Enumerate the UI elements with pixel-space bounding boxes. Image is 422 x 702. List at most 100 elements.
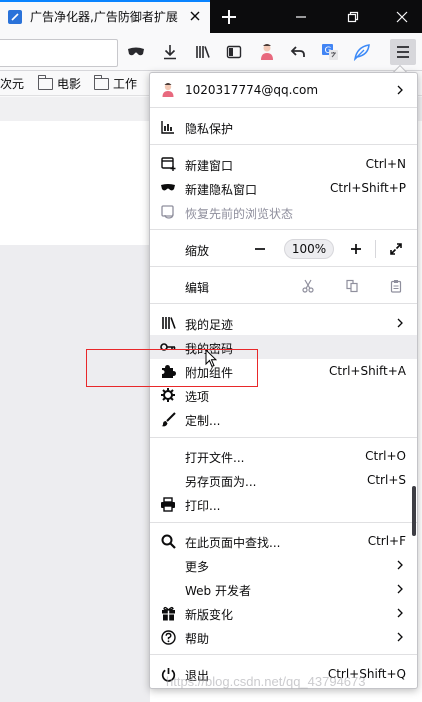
restore-session-icon	[160, 204, 176, 220]
menu-separator	[150, 522, 417, 523]
menu-item-privacy-protection[interactable]: 隐私保护	[150, 115, 412, 139]
menu-label: 选项	[185, 390, 210, 404]
account-email: 1020317774@qq.com	[185, 83, 319, 97]
search-icon	[160, 533, 176, 549]
menu-separator	[150, 107, 417, 108]
gear-icon	[160, 387, 176, 403]
help-icon	[160, 629, 176, 645]
zoom-level[interactable]: 100%	[284, 239, 334, 259]
private-mask-icon	[160, 180, 176, 196]
library-icon[interactable]	[191, 40, 215, 64]
menu-label: 在此页面中查找...	[185, 536, 281, 550]
printer-icon	[160, 496, 176, 512]
menu-label: 新建窗口	[185, 159, 234, 173]
navigation-toolbar: G	[0, 33, 422, 71]
menu-label: 打印...	[185, 499, 221, 513]
menu-label: 新建隐私窗口	[185, 183, 258, 197]
menu-item-print[interactable]: 打印...	[150, 492, 412, 516]
url-bar[interactable]	[0, 39, 118, 67]
menu-separator	[150, 266, 417, 267]
paste-button[interactable]	[384, 274, 408, 298]
restore-window-icon[interactable]	[340, 4, 366, 30]
menu-label: 更多	[185, 560, 210, 574]
favicon-icon	[8, 9, 22, 24]
zoom-in-button[interactable]	[344, 237, 368, 261]
menu-item-edit: 编辑	[150, 274, 417, 298]
bookmark-folder[interactable]: 工作	[94, 74, 138, 92]
menu-item-new-window[interactable]: 新建窗口 Ctrl+N	[150, 152, 412, 176]
menu-item-new-private-window[interactable]: 新建隐私窗口 Ctrl+Shift+P	[150, 176, 412, 200]
tab-title: 广告净化器,广告防御者扩展	[30, 10, 178, 24]
gift-icon	[160, 605, 176, 621]
account-avatar-icon[interactable]	[255, 40, 279, 64]
shortcut-label: Ctrl+O	[365, 449, 406, 463]
leaf-extension-icon[interactable]	[350, 40, 374, 64]
shortcut-label: Ctrl+Shift+A	[329, 364, 406, 378]
menu-item-more[interactable]: 更多	[150, 553, 412, 577]
zoom-out-button[interactable]	[248, 237, 272, 261]
menu-label: 缩放	[185, 244, 210, 258]
menu-item-customize[interactable]: 定制...	[150, 407, 412, 431]
bookmark-item[interactable]: 次元	[0, 75, 24, 92]
menu-separator	[150, 437, 417, 438]
tab-active[interactable]: 广告净化器,广告防御者扩展	[0, 0, 210, 33]
bookmark-label: 次元	[0, 77, 25, 91]
menu-label: 帮助	[185, 632, 210, 646]
shortcut-label: Ctrl+S	[366, 473, 406, 487]
menu-label: 定制...	[185, 414, 221, 428]
hamburger-menu-icon[interactable]	[390, 39, 416, 65]
menu-label: 恢复先前的浏览状态	[185, 207, 294, 221]
close-window-icon[interactable]	[389, 4, 415, 30]
menu-separator	[150, 654, 417, 655]
shortcut-label: Ctrl+Shift+P	[330, 181, 406, 195]
paintbrush-icon	[160, 411, 176, 427]
bookmark-label: 工作	[113, 77, 138, 91]
copy-button[interactable]	[340, 274, 364, 298]
minimize-icon[interactable]	[288, 4, 314, 30]
menu-item-library[interactable]: 我的足迹	[150, 311, 412, 335]
back-arrow-icon[interactable]	[286, 40, 310, 64]
menu-separator	[150, 229, 417, 230]
fullscreen-button[interactable]	[384, 237, 408, 261]
chevron-right-icon	[397, 608, 403, 618]
download-icon[interactable]	[158, 40, 182, 64]
menu-item-save-page[interactable]: 另存页面为... Ctrl+S	[150, 468, 412, 492]
chevron-right-icon	[397, 318, 403, 328]
close-icon[interactable]	[188, 9, 202, 23]
watermark-text: https://blog.csdn.net/qq_43794673	[166, 674, 366, 689]
library-icon	[160, 315, 176, 331]
menu-label: 我的足迹	[185, 318, 234, 332]
sidebar-icon[interactable]	[222, 40, 246, 64]
menu-item-open-file[interactable]: 打开文件... Ctrl+O	[150, 444, 412, 468]
menu-scrollbar-thumb[interactable]	[412, 486, 416, 536]
menu-label: 新版变化	[185, 608, 234, 622]
menu-item-help[interactable]: 帮助	[150, 625, 412, 649]
tab-strip: 广告净化器,广告防御者扩展	[0, 0, 422, 33]
content-gray-region	[0, 245, 150, 702]
menu-item-find-in-page[interactable]: 在此页面中查找... Ctrl+F	[150, 529, 412, 553]
menu-item-restore-session[interactable]: 恢复先前的浏览状态	[150, 200, 412, 224]
menu-separator	[150, 303, 417, 304]
folder-icon	[38, 74, 53, 90]
bookmark-folder[interactable]: 电影	[38, 74, 81, 92]
menu-separator	[150, 144, 417, 145]
shortcut-label: Ctrl+N	[365, 157, 406, 171]
menu-item-account[interactable]: 1020317774@qq.com	[150, 78, 412, 102]
menu-label: 另存页面为...	[185, 475, 257, 489]
tracking-mask-icon[interactable]	[124, 40, 148, 64]
new-tab-icon[interactable]	[216, 4, 242, 30]
menu-label: 编辑	[185, 281, 210, 295]
zoom-divider	[375, 240, 376, 258]
cut-button[interactable]	[296, 274, 320, 298]
menu-label: 隐私保护	[185, 122, 234, 136]
tab-accent-line	[0, 0, 210, 2]
chevron-right-icon	[397, 85, 403, 95]
menu-label: Web 开发者	[185, 584, 251, 598]
dashboard-chart-icon	[160, 119, 176, 135]
new-window-icon	[160, 156, 176, 172]
menu-item-whats-new[interactable]: 新版变化	[150, 601, 412, 625]
account-avatar-icon	[160, 82, 176, 98]
translate-icon[interactable]: G	[318, 40, 342, 64]
chevron-right-icon	[397, 584, 403, 594]
menu-item-web-developer[interactable]: Web 开发者	[150, 577, 412, 601]
